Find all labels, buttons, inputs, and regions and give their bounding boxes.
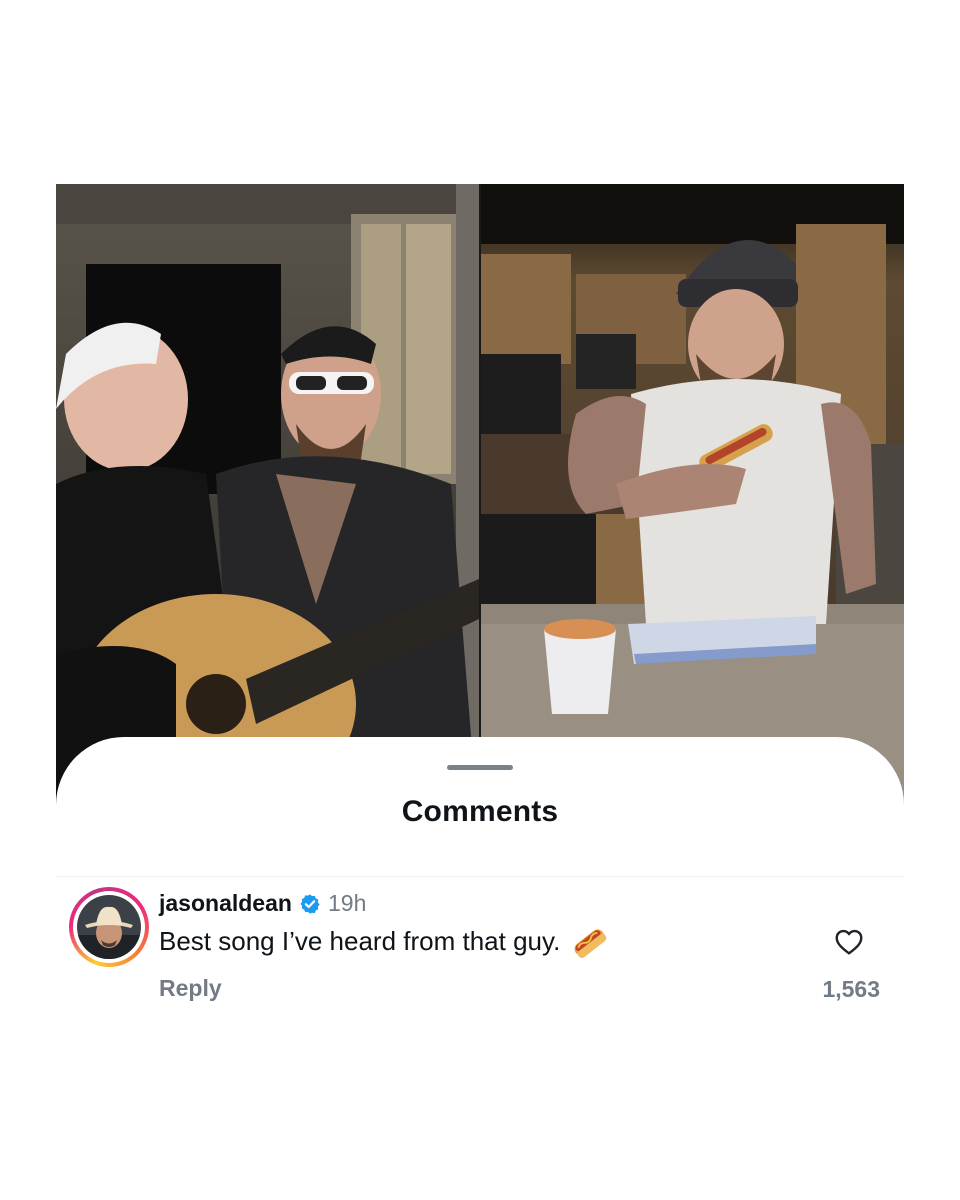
comment-text: Best song I’ve heard from that guy.	[159, 926, 561, 956]
comment-username[interactable]: jasonaldean	[159, 890, 292, 917]
comment-timestamp: 19h	[328, 890, 367, 916]
avatar-image	[77, 895, 141, 959]
avatar[interactable]	[69, 887, 149, 967]
heart-icon[interactable]	[832, 926, 866, 958]
reply-button[interactable]: Reply	[159, 975, 222, 1002]
verified-badge-icon	[300, 894, 320, 914]
sheet-drag-handle[interactable]	[447, 765, 513, 770]
like-count: 1,563	[822, 976, 880, 1002]
sheet-divider	[56, 876, 904, 877]
sheet-title: Comments	[401, 795, 559, 828]
hotdog-emoji-icon	[574, 929, 607, 958]
